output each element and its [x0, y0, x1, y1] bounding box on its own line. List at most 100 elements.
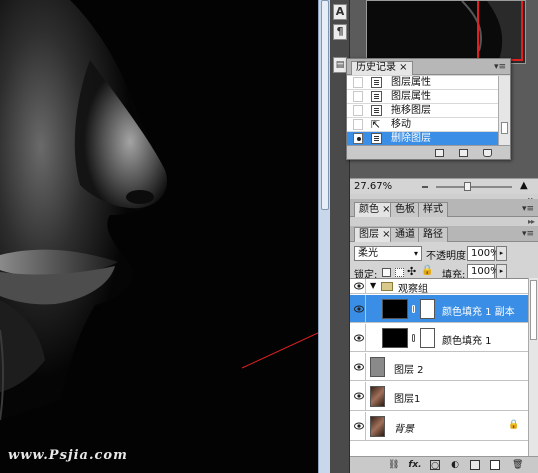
tab-history[interactable]: 历史记录 ×: [351, 61, 413, 75]
zoom-out-icon[interactable]: [422, 186, 428, 188]
layer-properties-icon: [371, 91, 382, 102]
history-panel: 历史记录 × ▾≡ 图层属性 图层属性 拖移图层 ⇱ 移动 删除图层: [346, 58, 511, 160]
layer-row-background[interactable]: 背景 🔒: [350, 412, 528, 441]
character-panel-button[interactable]: A: [333, 4, 347, 20]
opacity-label: 不透明度:: [426, 251, 470, 262]
visibility-eye-icon[interactable]: [352, 353, 366, 380]
watermark-text: www.Psjia.com: [8, 448, 128, 463]
history-brush-source-box[interactable]: [353, 105, 363, 116]
delete-layer-icon[interactable]: 🗑: [512, 460, 523, 470]
adjustment-layer-icon[interactable]: ◐: [450, 460, 460, 470]
layer-row-group[interactable]: ▼ 观察组: [350, 279, 528, 295]
lock-all-icon[interactable]: 🔒: [421, 265, 433, 276]
delete-layer-icon: [371, 133, 382, 144]
history-list[interactable]: 图层属性 图层属性 拖移图层 ⇱ 移动 删除图层: [347, 76, 499, 146]
fill-thumbnail: [382, 328, 408, 348]
history-item-selected[interactable]: 删除图层: [347, 132, 499, 146]
history-item[interactable]: ⇱ 移动: [347, 118, 499, 132]
collapse-icon[interactable]: ▸▸: [528, 217, 535, 226]
tab-paths[interactable]: 路径: [418, 227, 448, 242]
history-item[interactable]: 拖移图层: [347, 104, 499, 118]
panel-menu-icon[interactable]: ▾≡: [522, 204, 534, 214]
panel-menu-icon[interactable]: ▾≡: [494, 62, 506, 72]
layers-panel-footer: ⛓ fx. ○ ◐ 🗑: [350, 456, 538, 473]
zoom-level-text[interactable]: 27.67%: [354, 181, 392, 192]
visibility-eye-icon[interactable]: [352, 324, 366, 351]
tab-channels[interactable]: 通道: [390, 227, 420, 242]
move-tool-icon: ⇱: [371, 118, 381, 131]
layer-list[interactable]: ▼ 观察组 颜色填充 1 副本 颜色填充 1 图层 2 图层1 背景 🔒: [350, 278, 528, 456]
layer-style-icon[interactable]: fx.: [408, 460, 422, 470]
new-layer-icon[interactable]: [490, 460, 500, 470]
history-item[interactable]: 图层属性: [347, 90, 499, 104]
history-brush-source-box[interactable]: [353, 119, 363, 130]
history-brush-source-box[interactable]: [353, 133, 363, 144]
panel-menu-icon[interactable]: ▾≡: [522, 229, 534, 239]
snapshot-camera-icon[interactable]: [459, 149, 468, 157]
view-box-indicator[interactable]: [477, 1, 523, 61]
document-canvas[interactable]: www.Psjia.com: [0, 0, 318, 473]
visibility-eye-icon[interactable]: [352, 382, 366, 410]
visibility-eye-icon[interactable]: [352, 295, 366, 322]
history-item[interactable]: 图层属性: [347, 76, 499, 90]
layer-name: 颜色填充 1 副本: [442, 307, 515, 318]
new-document-from-state-icon[interactable]: [435, 149, 444, 157]
history-tabbar: 历史记录 × ▾≡: [347, 59, 510, 75]
canvas-scroll-thumb[interactable]: [321, 0, 329, 210]
history-footer: [347, 145, 510, 159]
mask-thumbnail: [420, 299, 435, 319]
new-group-icon[interactable]: [470, 460, 480, 470]
photo-thumbnail: [370, 386, 385, 407]
layer-row-layer2[interactable]: 图层 2: [350, 353, 528, 381]
portrait-photo: [0, 0, 318, 473]
zoom-in-icon[interactable]: ▲: [520, 180, 528, 191]
link-icon[interactable]: [412, 334, 415, 342]
layer-drag-icon: [371, 105, 382, 116]
paragraph-panel-button[interactable]: ¶: [333, 24, 347, 40]
tab-styles[interactable]: 样式: [418, 202, 448, 217]
layer-row-fill[interactable]: 颜色填充 1: [350, 324, 528, 352]
folder-icon: [381, 282, 393, 291]
expand-triangle-icon[interactable]: ▼: [370, 281, 376, 290]
visibility-eye-icon[interactable]: [352, 279, 366, 293]
layer-list-scrollbar[interactable]: [528, 278, 538, 456]
navigator-thumbnail[interactable]: [366, 0, 526, 64]
layer-name: 图层 2: [394, 365, 424, 376]
opacity-field[interactable]: 100%: [467, 246, 500, 261]
mask-thumbnail: [420, 328, 435, 348]
tab-swatches[interactable]: 色板: [390, 202, 420, 217]
opacity-slider-button[interactable]: ▸: [496, 246, 507, 261]
layer-thumbnail: [370, 357, 385, 377]
scroll-thumb[interactable]: [501, 122, 508, 134]
fill-field[interactable]: 100%: [467, 264, 500, 279]
blend-mode-select[interactable]: 柔光 ▾: [354, 246, 422, 261]
layer-properties-icon: [371, 77, 382, 88]
history-brush-source-box[interactable]: [353, 91, 363, 102]
layers-panel-header: ▸▸: [350, 217, 538, 226]
layer-row-layer1[interactable]: 图层1: [350, 382, 528, 411]
layer-row-fill-copy[interactable]: 颜色填充 1 副本: [350, 295, 528, 323]
lock-icon: 🔒: [508, 420, 520, 430]
add-mask-icon[interactable]: ○: [430, 460, 440, 471]
zoom-slider-knob[interactable]: [464, 182, 471, 191]
lock-transparency-icon[interactable]: [382, 268, 391, 277]
chevron-down-icon: ▾: [413, 249, 418, 258]
zoom-slider-track[interactable]: [436, 186, 512, 188]
trash-icon[interactable]: [483, 149, 492, 157]
history-panel-button[interactable]: ▤: [333, 57, 347, 73]
layer-name: 观察组: [398, 284, 428, 295]
layers-panel: 柔光 ▾ 不透明度: 100% ▸ 锁定: ✣ 🔒 填充: 100% ▸ ▼ 观…: [350, 242, 538, 473]
link-icon[interactable]: [412, 305, 415, 313]
photo-thumbnail: [370, 416, 385, 437]
scroll-thumb[interactable]: [530, 280, 537, 340]
canvas-vertical-scrollbar[interactable]: [318, 0, 330, 473]
layer-name: 颜色填充 1: [442, 336, 492, 347]
color-panel-tabbar: 颜色 × 色板 样式 ▾≡: [350, 199, 538, 218]
fill-slider-button[interactable]: ▸: [496, 264, 507, 279]
history-scrollbar[interactable]: [498, 76, 510, 146]
lock-position-icon[interactable]: ✣: [407, 265, 416, 278]
lock-pixels-icon[interactable]: [395, 268, 404, 277]
visibility-eye-icon[interactable]: [352, 412, 366, 440]
history-brush-source-box[interactable]: [353, 77, 363, 88]
link-layers-icon[interactable]: ⛓: [388, 460, 399, 470]
